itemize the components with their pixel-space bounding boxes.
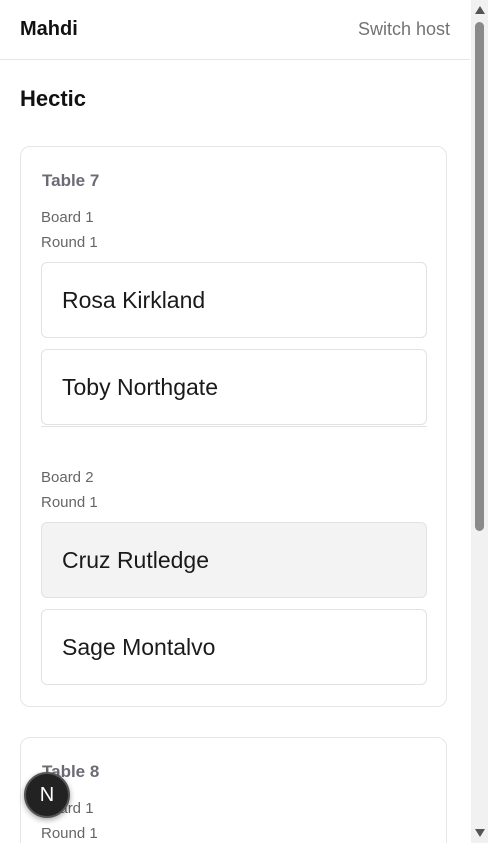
- next-logo-icon[interactable]: N: [24, 772, 70, 818]
- top-header: Mahdi Switch host: [0, 0, 470, 60]
- table-card: Table 8 Board 1 Round 1: [20, 737, 447, 843]
- player-button[interactable]: Rosa Kirkland: [41, 262, 427, 338]
- board-label: Board 1: [41, 209, 94, 226]
- scroll-up-arrow-icon[interactable]: [475, 6, 485, 14]
- board-divider: [41, 426, 427, 427]
- board-label: Board 2: [41, 469, 94, 486]
- round-label: Round 1: [41, 234, 98, 251]
- round-label: Round 1: [41, 494, 98, 511]
- section-title: Hectic: [20, 86, 87, 111]
- player-button[interactable]: Sage Montalvo: [41, 609, 427, 685]
- fab-label: N: [39, 783, 55, 806]
- player-button[interactable]: Toby Northgate: [41, 349, 427, 425]
- host-name: Mahdi: [20, 18, 78, 40]
- scroll-thumb[interactable]: [475, 22, 484, 531]
- player-button-selected[interactable]: Cruz Rutledge: [41, 522, 427, 598]
- table-title: Table 7: [42, 171, 100, 190]
- table-card: Table 7 Board 1 Round 1 Rosa Kirkland To…: [20, 146, 447, 707]
- vertical-scrollbar[interactable]: [471, 0, 488, 843]
- scroll-down-arrow-icon[interactable]: [475, 829, 485, 837]
- round-label: Round 1: [41, 825, 98, 842]
- switch-host-link[interactable]: Switch host: [358, 19, 450, 40]
- page-viewport: Mahdi Switch host Hectic Table 7 Board 1…: [0, 0, 471, 843]
